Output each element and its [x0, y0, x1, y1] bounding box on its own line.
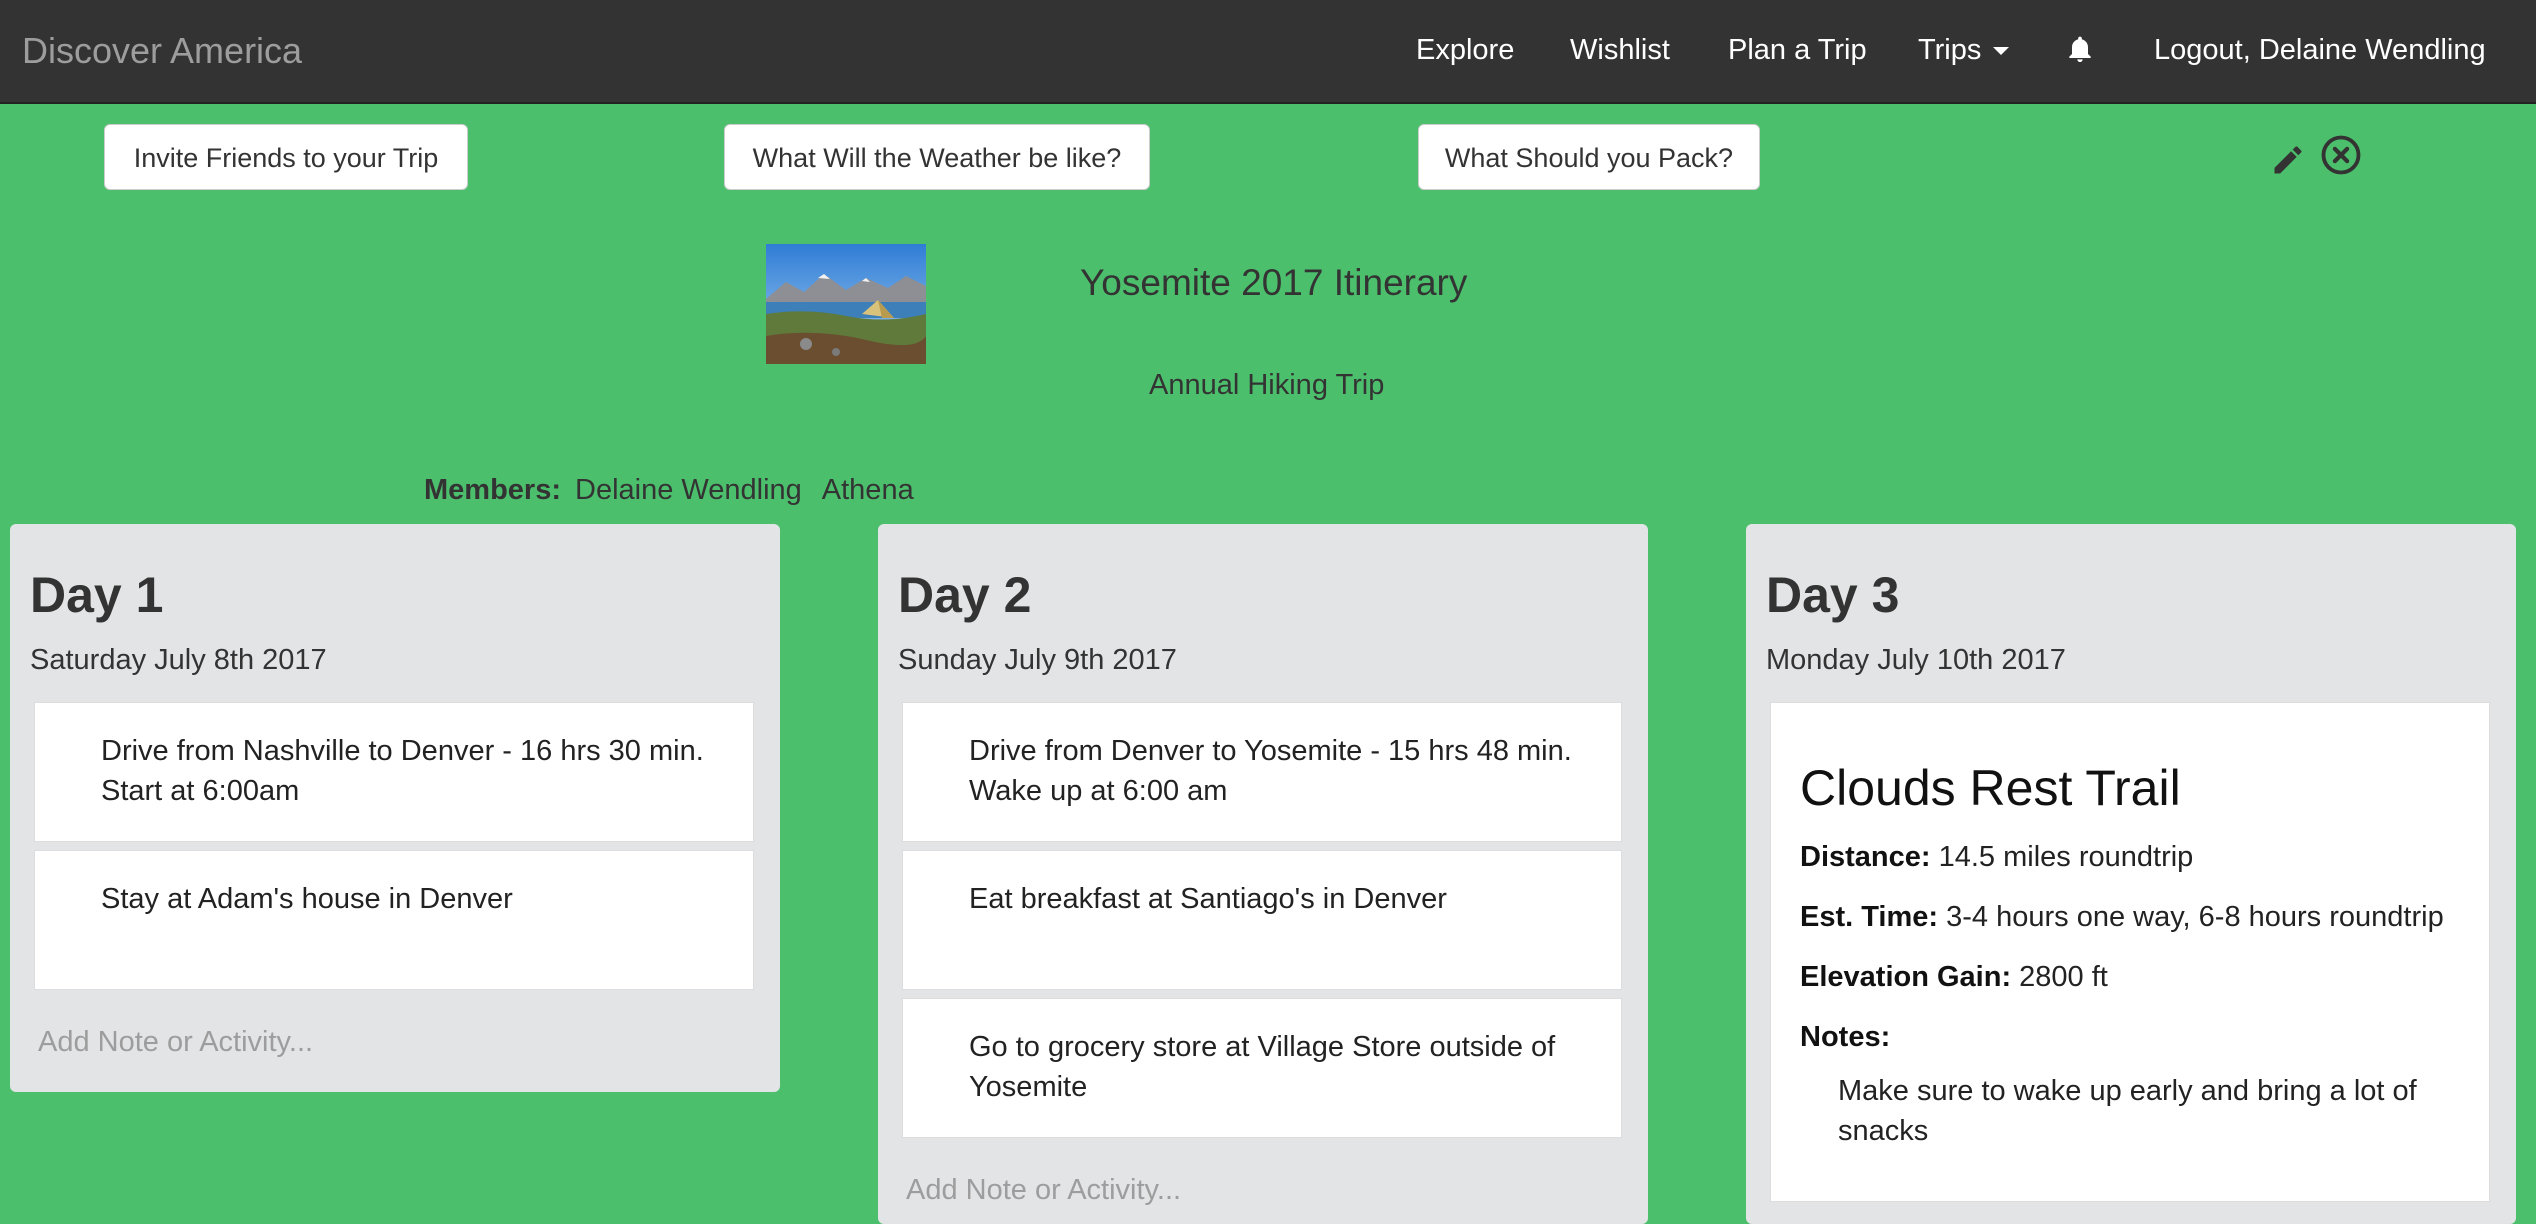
nav-explore[interactable]: Explore — [1416, 34, 1514, 67]
nav-trips-dropdown[interactable]: Trips — [1918, 34, 2010, 67]
close-circle-icon[interactable] — [2320, 134, 2362, 176]
day-date: Saturday July 8th 2017 — [30, 644, 327, 676]
trail-notes-heading: Notes: — [1800, 1021, 1890, 1054]
add-note-input[interactable]: Add Note or Activity... — [906, 1174, 1181, 1207]
day-title: Day 2 — [898, 567, 1032, 623]
activity-text: Eat breakfast at Santiago's in Denver — [969, 883, 1447, 915]
nav-logout[interactable]: Logout, Delaine Wendling — [2154, 34, 2486, 67]
activity-text: Drive from Nashville to Denver - 16 hrs … — [101, 735, 704, 807]
packing-button[interactable]: What Should you Pack? — [1418, 124, 1760, 190]
activity-text: Drive from Denver to Yosemite - 15 hrs 4… — [969, 735, 1572, 807]
bell-icon[interactable] — [2064, 34, 2096, 66]
caret-down-icon — [1993, 47, 2010, 56]
trail-notes-text: Make sure to wake up early and bring a l… — [1838, 1075, 2417, 1147]
add-note-input[interactable]: Add Note or Activity... — [38, 1026, 313, 1059]
elevation-value: 2800 ft — [2019, 961, 2108, 993]
member-name[interactable]: Delaine Wendling — [575, 474, 802, 506]
activity-text: Stay at Adam's house in Denver — [101, 883, 513, 915]
elevation-label: Elevation Gain: — [1800, 961, 2012, 993]
nav-plan-a-trip[interactable]: Plan a Trip — [1728, 34, 1867, 67]
member-name[interactable]: Athena — [822, 474, 914, 506]
trail-elevation: Elevation Gain: 2800 ft — [1800, 961, 2108, 994]
day-card-1: Day 1 Saturday July 8th 2017 Drive from … — [10, 524, 780, 1092]
trip-title: Yosemite 2017 Itinerary — [1080, 262, 1468, 303]
day-title: Day 1 — [30, 567, 164, 623]
trip-subtitle: Annual Hiking Trip — [1149, 369, 1385, 401]
members-label: Members: — [424, 474, 561, 506]
nav-wishlist[interactable]: Wishlist — [1570, 34, 1670, 67]
weather-button[interactable]: What Will the Weather be like? — [724, 124, 1150, 190]
pencil-icon[interactable] — [2270, 142, 2306, 178]
day-date: Monday July 10th 2017 — [1766, 644, 2066, 676]
activity-text: Go to grocery store at Village Store out… — [969, 1031, 1556, 1103]
day-card-2: Day 2 Sunday July 9th 2017 Drive from De… — [878, 524, 1648, 1224]
nav-trips-label: Trips — [1918, 34, 1982, 66]
members-list: Members: Delaine Wendling Athena — [424, 474, 934, 507]
activity-item[interactable]: Drive from Nashville to Denver - 16 hrs … — [34, 702, 754, 842]
distance-label: Distance: — [1800, 841, 1931, 873]
activity-item[interactable]: Stay at Adam's house in Denver — [34, 850, 754, 990]
activity-item[interactable]: Eat breakfast at Santiago's in Denver — [902, 850, 1622, 990]
day-title: Day 3 — [1766, 567, 1900, 623]
trip-photo — [766, 244, 926, 364]
activity-item[interactable]: Go to grocery store at Village Store out… — [902, 998, 1622, 1138]
invite-friends-button[interactable]: Invite Friends to your Trip — [104, 124, 468, 190]
notes-label: Notes: — [1800, 1021, 1891, 1053]
brand-link[interactable]: Discover America — [22, 30, 302, 72]
time-label: Est. Time: — [1800, 901, 1939, 933]
day-date: Sunday July 9th 2017 — [898, 644, 1177, 676]
trail-detail-card[interactable]: Clouds Rest Trail Distance: 14.5 miles r… — [1770, 702, 2490, 1202]
trail-distance: Distance: 14.5 miles roundtrip — [1800, 841, 2193, 874]
trail-title: Clouds Rest Trail — [1800, 760, 2181, 816]
time-value: 3-4 hours one way, 6-8 hours roundtrip — [1946, 901, 2444, 933]
navbar: Discover America Explore Wishlist Plan a… — [0, 0, 2536, 104]
distance-value: 14.5 miles roundtrip — [1938, 841, 2194, 873]
day-card-3: Day 3 Monday July 10th 2017 Clouds Rest … — [1746, 524, 2516, 1224]
trail-time: Est. Time: 3-4 hours one way, 6-8 hours … — [1800, 901, 2444, 934]
activity-item[interactable]: Drive from Denver to Yosemite - 15 hrs 4… — [902, 702, 1622, 842]
